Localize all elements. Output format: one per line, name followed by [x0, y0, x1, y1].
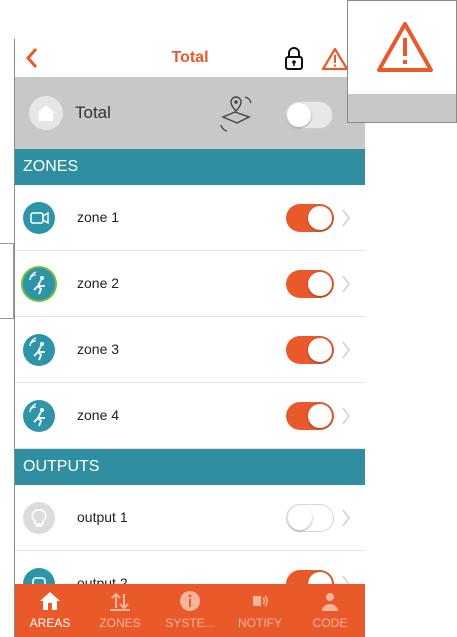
output-toggle[interactable]	[286, 504, 334, 532]
total-label: Total	[75, 103, 111, 122]
nav-zones[interactable]: ZONES	[85, 584, 155, 637]
nav-label: AREAS	[29, 616, 71, 630]
map-location-icon[interactable]	[215, 91, 257, 135]
bulb-icon	[23, 502, 55, 534]
chevron-right-icon	[342, 509, 350, 527]
zone-toggle[interactable]	[286, 402, 334, 430]
zone-label: zone 3	[77, 341, 120, 357]
total-area-row[interactable]: Total	[15, 77, 365, 149]
chevron-right-icon	[342, 341, 350, 359]
home-icon	[29, 96, 63, 130]
zone-row[interactable]: zone 4	[15, 383, 365, 449]
zone-toggle[interactable]	[286, 270, 334, 298]
nav-system[interactable]: SYSTE...	[155, 584, 225, 637]
outputs-section-header: OUTPUTS	[15, 449, 365, 485]
motion-sensor-icon	[23, 268, 55, 300]
total-toggle[interactable]	[285, 101, 333, 129]
nav-notify[interactable]: NOTIFY	[225, 584, 295, 637]
nav-code[interactable]: CODE	[295, 584, 365, 637]
page-title: Total	[171, 49, 209, 66]
lock-icon[interactable]	[283, 46, 305, 70]
user-icon	[322, 593, 338, 611]
zone-label: zone 1	[77, 209, 120, 225]
app-screen: Total Total ZONES zone 1 zone 2 zone 3 z…	[14, 39, 365, 637]
motion-sensor-icon	[23, 400, 55, 432]
zone-toggle[interactable]	[286, 336, 334, 364]
output-row[interactable]: output 1	[15, 485, 365, 551]
bottom-navigation: AREAS ZONES SYSTE... NOTIFY CODE	[15, 584, 365, 637]
info-icon	[180, 591, 200, 611]
warning-icon	[377, 22, 433, 72]
nav-label: SYSTE...	[165, 616, 215, 630]
nav-label: ZONES	[99, 616, 141, 630]
notify-icon	[253, 595, 268, 607]
zone-toggle[interactable]	[286, 204, 334, 232]
arrows-up-down-icon	[110, 592, 130, 611]
warning-icon[interactable]	[321, 47, 349, 71]
chevron-right-icon	[342, 209, 350, 227]
home-icon	[40, 592, 60, 610]
zones-section-header: ZONES	[15, 149, 365, 185]
zone-row[interactable]: zone 2	[15, 251, 365, 317]
zone-label: zone 2	[77, 275, 120, 291]
zone-label: zone 4	[77, 407, 120, 423]
motion-sensor-icon	[23, 334, 55, 366]
chevron-right-icon	[342, 275, 350, 293]
nav-areas[interactable]: AREAS	[15, 584, 85, 637]
nav-label: CODE	[312, 616, 348, 630]
warning-callout	[347, 0, 457, 123]
chevron-right-icon	[342, 407, 350, 425]
background-panel-fragment	[0, 243, 14, 319]
camera-icon	[23, 202, 55, 234]
top-bar: Total	[15, 39, 365, 77]
output-label: output 1	[77, 509, 128, 525]
callout-grey-band	[348, 94, 456, 122]
zone-row[interactable]: zone 1	[15, 185, 365, 251]
nav-label: NOTIFY	[238, 616, 282, 630]
zone-row[interactable]: zone 3	[15, 317, 365, 383]
